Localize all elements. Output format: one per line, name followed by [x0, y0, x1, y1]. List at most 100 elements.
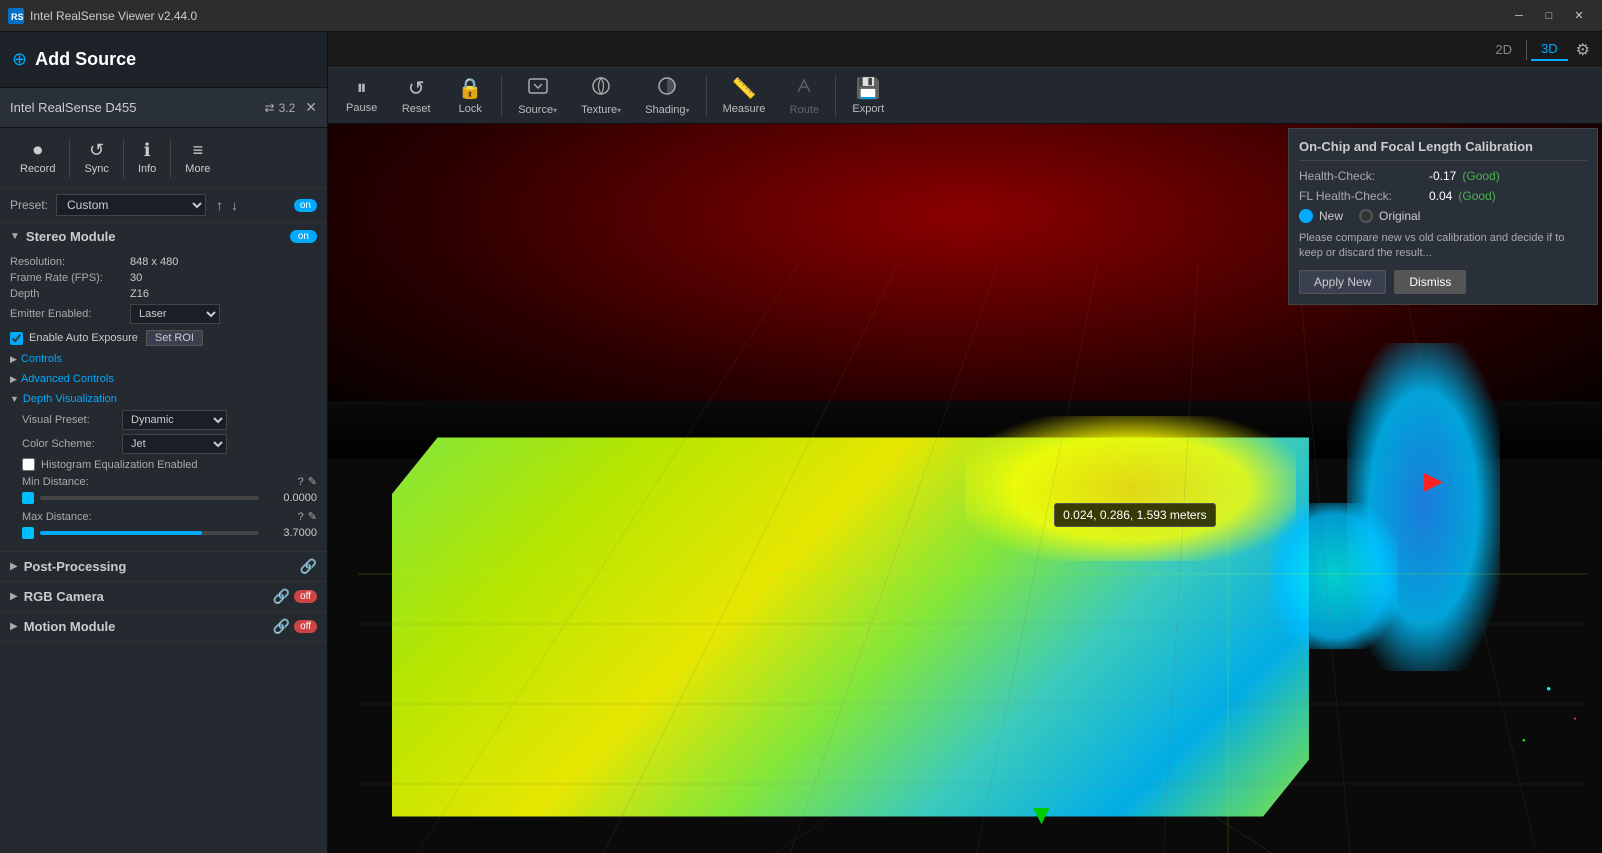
divider-2	[123, 138, 124, 178]
color-scheme-select[interactable]: Jet Classic Cold	[122, 434, 227, 454]
stereo-module-toggle[interactable]: on	[290, 230, 317, 243]
max-distance-slider[interactable]	[40, 531, 259, 535]
divider-1	[69, 138, 70, 178]
visual-preset-select[interactable]: Dynamic Static	[122, 410, 227, 430]
depth-value: Z16	[130, 288, 149, 300]
record-button[interactable]: ⏺ Record	[10, 136, 65, 179]
titlebar: RS Intel RealSense Viewer v2.44.0 ─ □ ✕	[0, 0, 1602, 32]
stereo-toggle-pill[interactable]: on	[294, 199, 317, 212]
info-icon: ℹ	[144, 140, 151, 161]
sync-button[interactable]: ↺ Sync	[74, 136, 118, 179]
device-panel: Intel RealSense D455 ⇄ 3.2 ✕ ⏺ Record ↺ …	[0, 88, 327, 853]
settings-icon[interactable]: ⚙	[1576, 40, 1590, 60]
resolution-value: 848 x 480	[130, 256, 178, 268]
add-source-icon: ⊕	[12, 49, 27, 70]
green-axis-arrow: ▼	[1028, 799, 1056, 831]
lock-button[interactable]: 🔒 Lock	[445, 72, 495, 119]
view-toggle-divider	[1526, 40, 1527, 60]
toolbar-sep-3	[835, 76, 836, 116]
new-radio-item[interactable]: New	[1299, 209, 1343, 223]
preset-upload-button[interactable]: ↑	[212, 197, 227, 213]
shading-label: Shading	[645, 104, 685, 116]
fl-health-check-label: FL Health-Check:	[1299, 189, 1429, 203]
advanced-controls-arrow-icon: ▶	[10, 374, 17, 385]
set-roi-button[interactable]: Set ROI	[146, 330, 203, 346]
pause-button[interactable]: ⏸ Pause	[336, 73, 387, 118]
min-distance-value: 0.0000	[267, 492, 317, 504]
export-button[interactable]: 💾 Export	[842, 72, 894, 119]
rgb-camera-section[interactable]: ▶ RGB Camera 🔗 off	[0, 582, 327, 612]
motion-module-toggle[interactable]: off	[294, 620, 317, 633]
pause-icon: ⏸	[357, 77, 367, 100]
action-buttons: ⏺ Record ↺ Sync ℹ Info ≡ More	[0, 128, 327, 188]
red-axis-arrow: ►	[1417, 463, 1449, 500]
measure-button[interactable]: 📏 Measure	[713, 72, 776, 119]
toolbar: ⏸ Pause ↺ Reset 🔒 Lock So	[328, 68, 1602, 124]
shading-button[interactable]: Shading ▾	[635, 71, 699, 120]
dismiss-button[interactable]: Dismiss	[1394, 270, 1466, 294]
preset-select[interactable]: Custom Default High Accuracy High Densit…	[56, 194, 206, 216]
preset-buttons: ↑ ↓	[212, 197, 242, 213]
toolbar-sep-2	[706, 76, 707, 116]
min-distance-slider[interactable]	[40, 496, 259, 500]
apply-new-button[interactable]: Apply New	[1299, 270, 1386, 294]
rgb-camera-toggle[interactable]: off	[294, 590, 317, 603]
texture-button[interactable]: Texture ▾	[571, 71, 631, 120]
stereo-module-section: ▼ Stereo Module on Resolution: 848 x 480…	[0, 223, 327, 552]
advanced-controls-label: Advanced Controls	[21, 373, 114, 385]
histogram-checkbox[interactable]	[22, 458, 35, 471]
preset-download-button[interactable]: ↓	[227, 197, 242, 213]
minimize-button[interactable]: ─	[1504, 0, 1534, 32]
min-distance-edit-icon[interactable]: ✎	[308, 475, 317, 488]
add-source-header[interactable]: ⊕ Add Source	[0, 32, 327, 88]
new-radio-circle	[1299, 209, 1313, 223]
device-close-button[interactable]: ✕	[305, 99, 317, 116]
shading-arrow-icon: ▾	[686, 106, 690, 115]
close-button[interactable]: ✕	[1564, 0, 1594, 32]
3d-view-button[interactable]: 3D	[1531, 38, 1568, 61]
visual-preset-label: Visual Preset:	[22, 414, 122, 426]
route-button[interactable]: Route	[779, 71, 829, 120]
app-icon: RS	[8, 8, 24, 24]
depth-viz-row[interactable]: ▼ Depth Visualization	[10, 390, 317, 408]
fl-health-check-row: FL Health-Check: 0.04 (Good)	[1299, 189, 1587, 203]
controls-label: Controls	[21, 353, 62, 365]
texture-arrow-icon: ▾	[617, 106, 621, 115]
reset-button[interactable]: ↺ Reset	[391, 72, 441, 119]
emitter-select[interactable]: Laser Off On	[130, 304, 220, 324]
controls-row[interactable]: ▶ Controls	[10, 350, 317, 368]
health-check-value: -0.17	[1429, 169, 1456, 183]
coord-value: 0.024, 0.286, 1.593 meters	[1063, 508, 1206, 522]
max-distance-value: 3.7000	[267, 527, 317, 539]
post-processing-section[interactable]: ▶ Post-Processing 🔗	[0, 552, 327, 582]
max-distance-row: Max Distance: ? ✎	[22, 510, 317, 523]
motion-module-section[interactable]: ▶ Motion Module 🔗 off	[0, 612, 327, 642]
2d-view-button[interactable]: 2D	[1485, 39, 1522, 60]
viewport[interactable]: ► ▼ 0.024, 0.286, 1.593 meters ● ● ● On-…	[328, 124, 1602, 853]
controls-arrow-icon: ▶	[10, 354, 17, 365]
post-processing-arrow-icon: ▶	[10, 561, 18, 572]
maximize-button[interactable]: □	[1534, 0, 1564, 32]
original-radio-label: Original	[1379, 209, 1420, 223]
stereo-module-header[interactable]: ▼ Stereo Module on	[0, 223, 327, 250]
advanced-controls-row[interactable]: ▶ Advanced Controls	[10, 370, 317, 388]
depth-viz-label: Depth Visualization	[23, 393, 117, 405]
fl-health-check-status: (Good)	[1458, 189, 1495, 203]
resolution-row: Resolution: 848 x 480	[10, 256, 317, 268]
main-layout: ⊕ Add Source Intel RealSense D455 ⇄ 3.2 …	[0, 32, 1602, 853]
info-button[interactable]: ℹ Info	[128, 136, 166, 179]
rgb-camera-arrow-icon: ▶	[10, 591, 18, 602]
auto-exposure-checkbox[interactable]	[10, 332, 23, 345]
original-radio-item[interactable]: Original	[1359, 209, 1420, 223]
add-source-title: Add Source	[35, 49, 136, 70]
calibration-description: Please compare new vs old calibration an…	[1299, 231, 1587, 262]
route-label: Route	[790, 104, 819, 116]
texture-icon	[590, 75, 612, 102]
cyan-cluster	[1271, 503, 1398, 649]
auto-exposure-label: Enable Auto Exposure	[29, 332, 138, 344]
more-button[interactable]: ≡ More	[175, 136, 220, 179]
source-button[interactable]: Source ▾	[508, 71, 567, 120]
max-distance-edit-icon[interactable]: ✎	[308, 510, 317, 523]
more-label: More	[185, 163, 210, 175]
app-title: Intel RealSense Viewer v2.44.0	[30, 9, 1504, 23]
